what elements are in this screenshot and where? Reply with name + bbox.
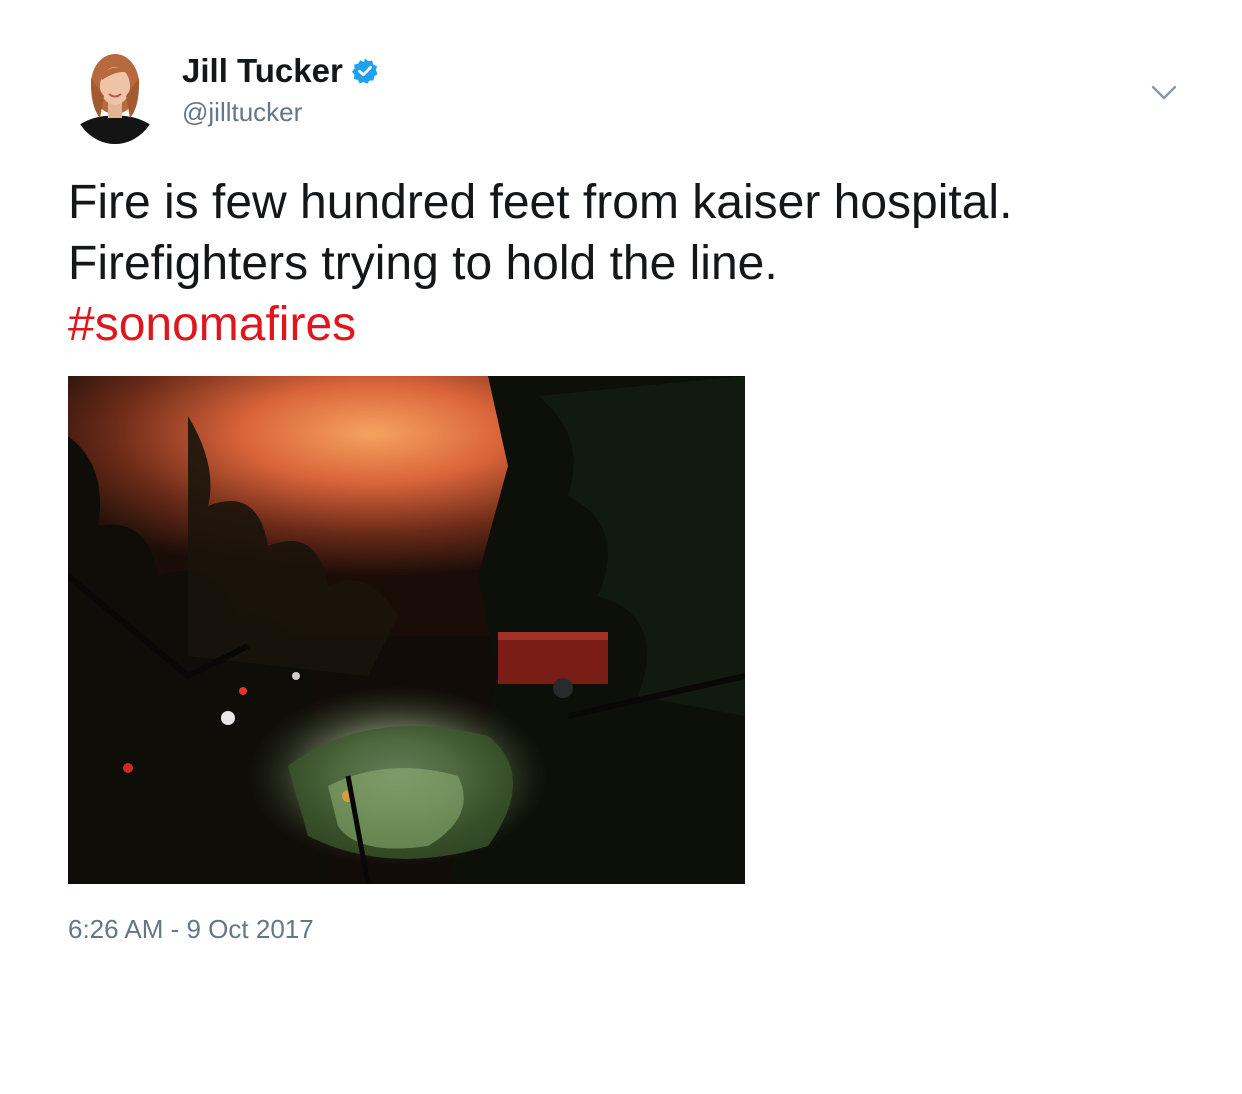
tweet-photo[interactable] [68, 376, 745, 884]
tweet-text-line-1: Fire is few hundred feet from kaiser hos… [68, 176, 1013, 229]
tweet-card: Jill Tucker @jilltucker Fire is few hund… [0, 0, 1242, 1094]
tweet-text-line-2: Firefighters trying to hold the line. [68, 237, 778, 290]
author-name-text: Jill Tucker [182, 52, 343, 89]
author-name[interactable]: Jill Tucker [182, 52, 379, 93]
avatar[interactable] [72, 48, 158, 144]
tweet-text: Fire is few hundred feet from kaiser hos… [68, 172, 1188, 355]
chevron-down-icon[interactable] [1148, 80, 1180, 106]
verified-badge-icon [351, 55, 379, 93]
author-handle[interactable]: @jilltucker [182, 97, 302, 127]
tweet-timestamp[interactable]: 6:26 AM - 9 Oct 2017 [68, 914, 314, 944]
hashtag-link[interactable]: #sonomafires [68, 294, 1188, 355]
